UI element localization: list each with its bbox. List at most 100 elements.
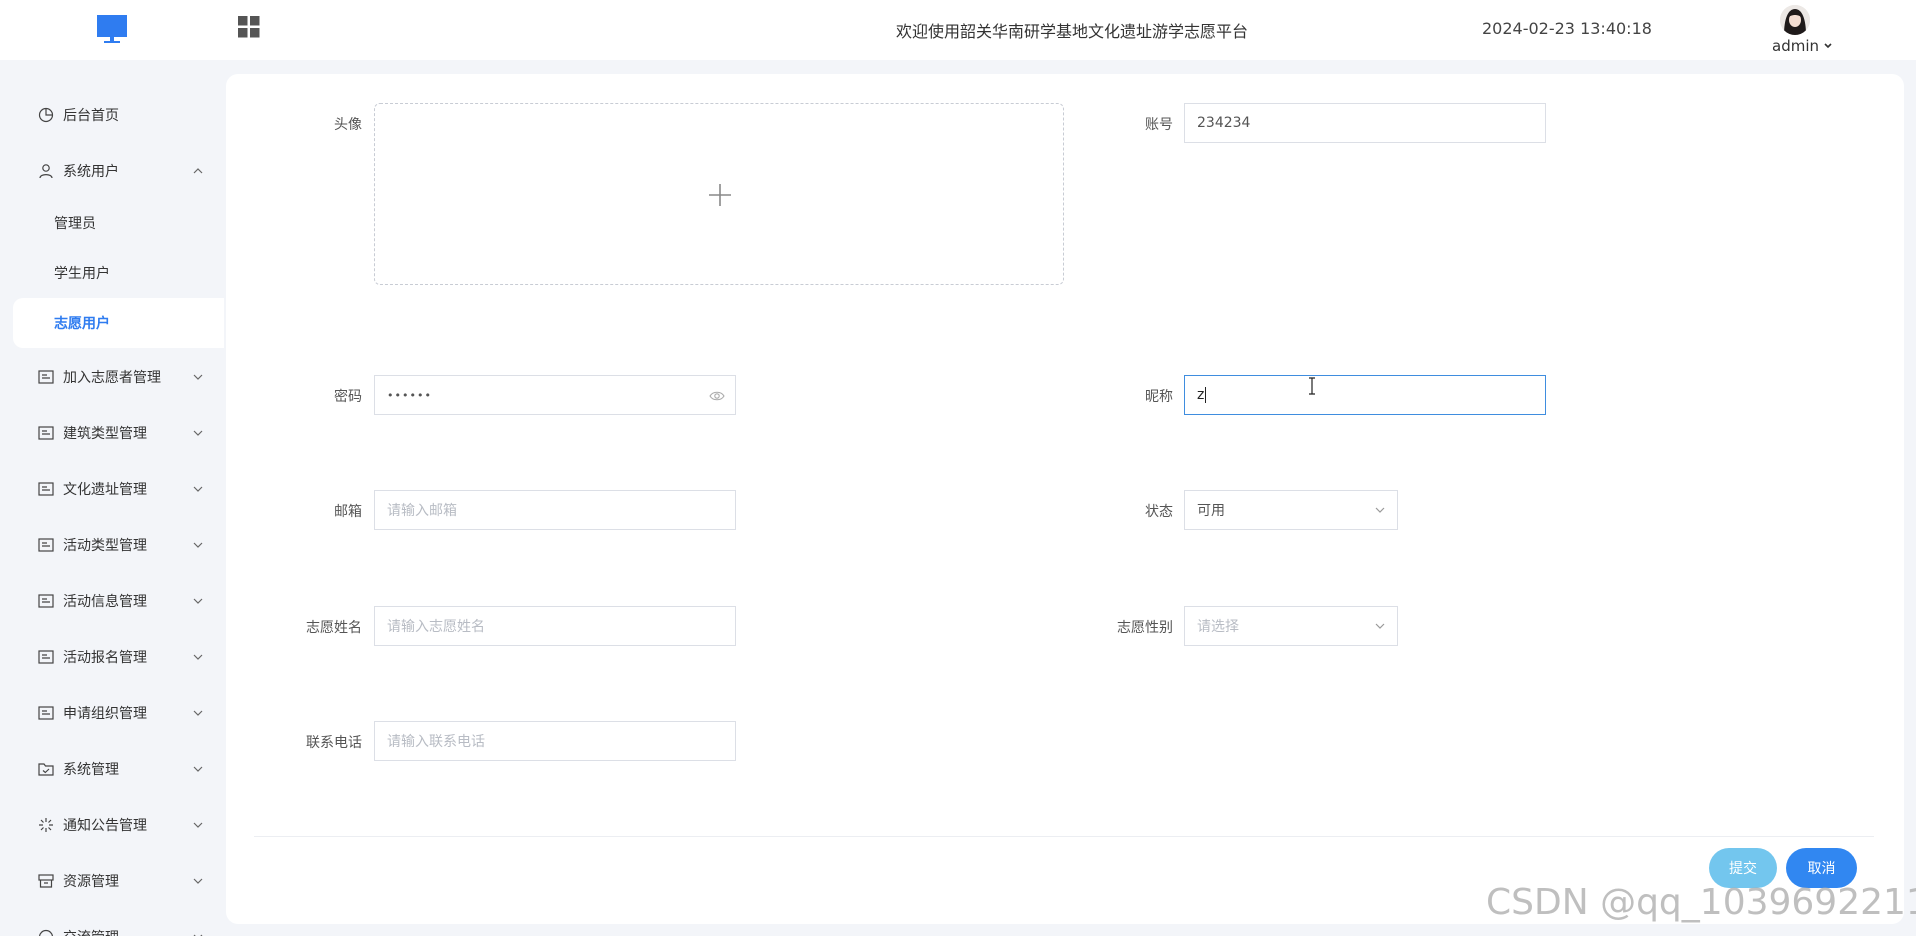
avatar-upload[interactable] — [374, 103, 1064, 285]
list-icon — [38, 370, 54, 384]
sidebar-item-system-users[interactable]: 系统用户 — [0, 143, 224, 199]
sidebar-item-label: 文化遗址管理 — [63, 482, 147, 498]
eye-icon[interactable] — [709, 389, 725, 403]
form-divider — [254, 836, 1874, 837]
sidebar-item-volunteer-join[interactable]: 加入志愿者管理 — [0, 349, 224, 405]
sidebar-subitem-volunteers[interactable]: 志愿用户 — [13, 298, 224, 348]
volunteer-name-input[interactable]: 请输入志愿姓名 — [374, 606, 736, 646]
list-icon — [38, 650, 54, 664]
email-input[interactable]: 请输入邮箱 — [374, 490, 736, 530]
sidebar-item-label: 交流管理 — [63, 927, 119, 936]
sidebar-item-activity-signup[interactable]: 活动报名管理 — [0, 629, 224, 685]
status-label: 状态 — [1145, 504, 1173, 520]
sidebar-item-label: 系统管理 — [63, 762, 119, 778]
top-header: 欢迎使用韶关华南研学基地文化遗址游学志愿平台 2024-02-23 13:40:… — [0, 0, 1916, 60]
account-input[interactable]: 234234 — [1184, 103, 1546, 143]
sidebar-item-activity-types[interactable]: 活动类型管理 — [0, 517, 224, 573]
user-menu[interactable]: admin — [1772, 37, 1832, 55]
chevron-down-icon — [193, 486, 203, 492]
phone-placeholder: 请输入联系电话 — [387, 734, 485, 750]
nickname-label: 昵称 — [1145, 389, 1173, 405]
sidebar-item-label: 申请组织管理 — [63, 706, 147, 722]
list-icon — [38, 706, 54, 720]
chevron-down-icon — [193, 710, 203, 716]
status-value: 可用 — [1197, 503, 1225, 519]
email-label: 邮箱 — [334, 504, 362, 520]
password-label: 密码 — [334, 389, 362, 405]
sparkle-icon — [39, 818, 53, 832]
sidebar-item-label: 系统用户 — [63, 164, 119, 180]
chevron-down-icon — [193, 822, 203, 828]
chevron-down-icon — [193, 598, 203, 604]
sidebar-item-label: 活动类型管理 — [63, 538, 147, 554]
sidebar-item-organization-apply[interactable]: 申请组织管理 — [0, 685, 224, 741]
text-cursor-icon — [1309, 377, 1315, 395]
grid-menu-icon[interactable] — [238, 16, 260, 38]
sidebar-subitem-label: 志愿用户 — [54, 316, 110, 332]
sidebar-item-label: 活动信息管理 — [63, 594, 147, 610]
chevron-down-icon — [193, 878, 203, 884]
sidebar: 后台首页 系统用户 管理员 学生用户 志愿用户 加入志愿者管理 建筑类型管理 文… — [0, 60, 224, 936]
phone-label: 联系电话 — [306, 735, 362, 751]
chat-icon — [38, 929, 54, 936]
email-placeholder: 请输入邮箱 — [387, 503, 457, 519]
chevron-down-icon — [193, 654, 203, 660]
sidebar-item-activity-info[interactable]: 活动信息管理 — [0, 573, 224, 629]
nickname-value: z — [1197, 387, 1205, 403]
sidebar-item-label: 后台首页 — [63, 108, 119, 124]
sidebar-item-label: 建筑类型管理 — [63, 426, 147, 442]
user-name: admin — [1772, 37, 1819, 55]
avatar[interactable] — [1780, 5, 1810, 35]
gender-select[interactable]: 请选择 — [1184, 606, 1398, 646]
gender-label: 志愿性别 — [1117, 620, 1173, 636]
clock-icon — [38, 107, 54, 123]
list-icon — [38, 594, 54, 608]
phone-input[interactable]: 请输入联系电话 — [374, 721, 736, 761]
password-value: •••••• — [387, 388, 432, 402]
folder-check-icon — [38, 763, 54, 776]
sidebar-item-resources[interactable]: 资源管理 — [0, 853, 224, 909]
chevron-down-icon — [1375, 623, 1385, 629]
chevron-down-icon — [193, 542, 203, 548]
avatar-image — [1780, 5, 1810, 35]
sidebar-subitem-admins[interactable]: 管理员 — [13, 198, 224, 248]
chevron-down-icon — [193, 766, 203, 772]
account-label: 账号 — [1145, 117, 1173, 133]
package-icon — [38, 874, 54, 888]
status-select[interactable]: 可用 — [1184, 490, 1398, 530]
volunteer-name-placeholder: 请输入志愿姓名 — [387, 619, 485, 635]
header-datetime: 2024-02-23 13:40:18 — [1482, 19, 1652, 38]
chevron-down-icon — [193, 934, 203, 936]
sidebar-item-communication[interactable]: 交流管理 — [0, 909, 224, 936]
sidebar-item-label: 活动报名管理 — [63, 650, 147, 666]
sidebar-item-label: 资源管理 — [63, 874, 119, 890]
chevron-down-icon — [193, 374, 203, 380]
sidebar-item-system-management[interactable]: 系统管理 — [0, 741, 224, 797]
chevron-up-icon — [193, 168, 203, 174]
sidebar-subitem-students[interactable]: 学生用户 — [13, 248, 224, 298]
account-value: 234234 — [1197, 115, 1251, 131]
sidebar-subitem-label: 学生用户 — [54, 266, 110, 282]
watermark: CSDN @qq_1039692211 — [1486, 882, 1916, 923]
chevron-down-icon — [193, 430, 203, 436]
monitor-logo-icon — [97, 15, 127, 43]
text-caret — [1205, 387, 1207, 403]
nickname-input[interactable]: z — [1184, 375, 1546, 415]
list-icon — [38, 426, 54, 440]
sidebar-item-home[interactable]: 后台首页 — [0, 87, 224, 143]
sidebar-item-notices[interactable]: 通知公告管理 — [0, 797, 224, 853]
plus-icon — [709, 184, 731, 206]
user-icon — [39, 164, 53, 179]
gender-placeholder: 请选择 — [1197, 619, 1239, 635]
sidebar-item-label: 加入志愿者管理 — [63, 370, 161, 386]
sidebar-item-heritage-sites[interactable]: 文化遗址管理 — [0, 461, 224, 517]
chevron-down-icon — [1824, 43, 1832, 49]
chevron-down-icon — [1375, 507, 1385, 513]
sidebar-item-label: 通知公告管理 — [63, 818, 147, 834]
list-icon — [38, 482, 54, 496]
password-input[interactable]: •••••• — [374, 375, 736, 415]
page-title: 欢迎使用韶关华南研学基地文化遗址游学志愿平台 — [895, 22, 1248, 41]
sidebar-subitem-label: 管理员 — [54, 216, 96, 232]
sidebar-item-building-types[interactable]: 建筑类型管理 — [0, 405, 224, 461]
list-icon — [38, 538, 54, 552]
